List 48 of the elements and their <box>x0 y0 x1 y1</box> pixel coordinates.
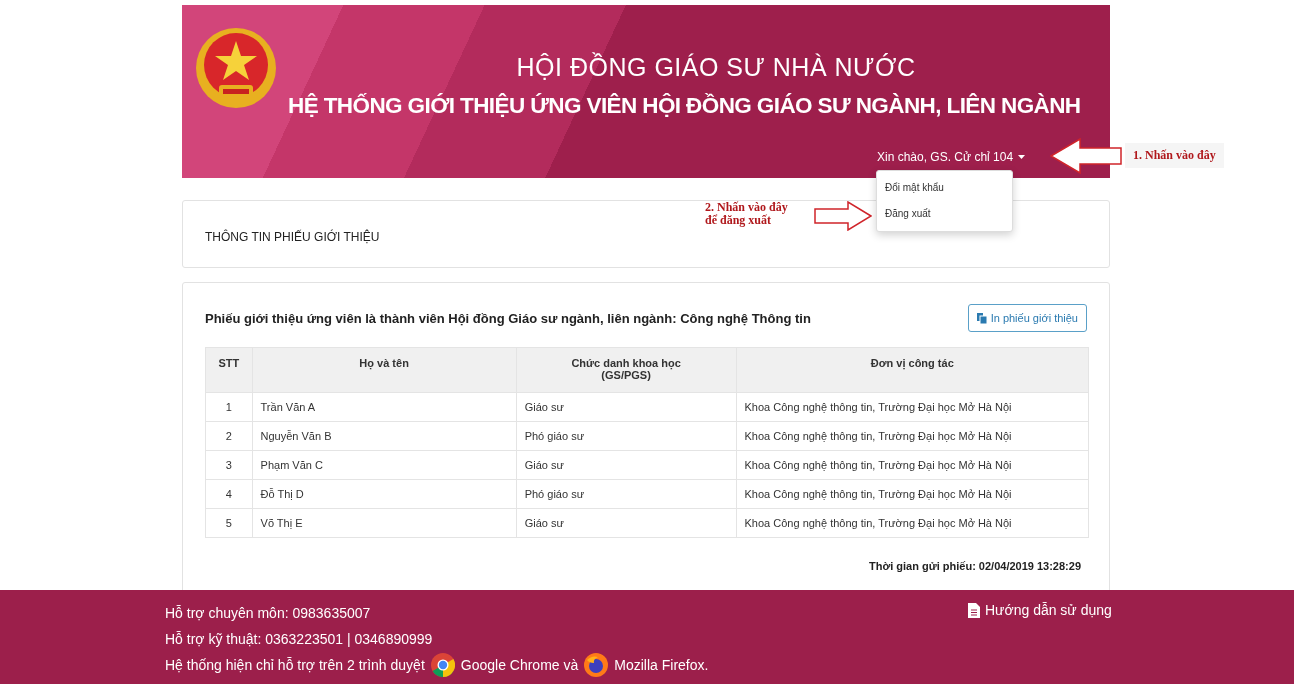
table-cell: Nguyễn Văn B <box>252 421 517 451</box>
table-cell: Phạm Văn C <box>252 450 517 480</box>
header-subtitle: HỆ THỐNG GIỚI THIỆU ỨNG VIÊN HỘI ĐỒNG GIÁO SƯ NGÀNH, LIÊN NGÀNH <box>288 93 1081 119</box>
table-cell: 4 <box>205 479 253 509</box>
menu-item[interactable]: Đăng xuất <box>877 201 1012 227</box>
firefox-icon <box>584 653 609 677</box>
table-cell: Phó giáo sư <box>516 421 737 451</box>
table-cell: 3 <box>205 450 253 480</box>
sent-time: Thời gian gửi phiếu: 02/04/2019 13:28:29 <box>867 560 1081 572</box>
print-button[interactable]: In phiếu giới thiệu <box>967 304 1087 332</box>
table-cell: Khoa Công nghệ thông tin, Trường Đại học Mở Hà Nội <box>736 479 1089 509</box>
menu-item[interactable]: Đổi mật khẩu <box>877 175 1012 201</box>
column-header: Họ và tên <box>252 347 517 393</box>
table-cell: Khoa Công nghệ thông tin, Trường Đại học Mở Hà Nội <box>736 450 1089 480</box>
table-cell: Trần Văn A <box>252 392 517 422</box>
table-cell: Khoa Công nghệ thông tin, Trường Đại học Mở Hà Nội <box>736 421 1089 451</box>
user-guide-link[interactable]: Hướng dẫn sử dụng <box>968 600 1112 620</box>
user-menu[interactable]: Xin chào, GS. Cử chỉ 104 <box>877 148 1026 166</box>
table-cell: Giáo sư <box>516 508 737 538</box>
annotation-text: 1. Nhấn vào đây <box>1125 143 1224 168</box>
column-header: Đơn vị công tác <box>736 347 1089 393</box>
section-title: THÔNG TIN PHIẾU GIỚI THIỆU <box>205 230 380 244</box>
chrome-icon <box>430 653 455 677</box>
footer-text: Hệ thống hiện chỉ hỗ trợ trên 2 trình duyệt <box>165 656 425 675</box>
table-cell: Đỗ Thị D <box>252 479 517 509</box>
table-cell: Võ Thị E <box>252 508 517 538</box>
footer-text: Hỗ trợ kỹ thuật: 0363223501 | 0346890999 <box>165 630 433 649</box>
table-cell: 5 <box>205 508 253 538</box>
footer-text: Hỗ trợ chuyên môn: 0983635007 <box>165 604 371 623</box>
table-cell: Khoa Công nghệ thông tin, Trường Đại học Mở Hà Nội <box>736 392 1089 422</box>
table-cell: Phó giáo sư <box>516 479 737 509</box>
card-title: Phiếu giới thiệu ứng viên là thành viên Hội đồng Giáo sư ngành, liên ngành: Công nghệ Thông tin <box>205 310 811 326</box>
table-cell: 1 <box>205 392 253 422</box>
table-cell: Khoa Công nghệ thông tin, Trường Đại học Mở Hà Nội <box>736 508 1089 538</box>
column-header: Chức danh khoa học (GS/PGS) <box>516 347 737 393</box>
header-title: HỘI ĐỒNG GIÁO SƯ NHÀ NƯỚC <box>515 53 917 82</box>
document-icon <box>968 602 980 618</box>
table-cell: Giáo sư <box>516 392 737 422</box>
emblem-icon <box>195 27 277 109</box>
annotation-text: 2. Nhấn vào đây để đăng xuất <box>705 201 788 227</box>
footer-text: Google Chrome và <box>460 656 579 675</box>
table-cell: 2 <box>205 421 253 451</box>
column-header: STT <box>205 347 253 393</box>
footer-text: Mozilla Firefox. <box>614 656 709 675</box>
arrow-icon <box>1050 138 1122 174</box>
table-cell: Giáo sư <box>516 450 737 480</box>
caret-icon <box>1018 155 1026 159</box>
copy-icon <box>976 312 987 324</box>
